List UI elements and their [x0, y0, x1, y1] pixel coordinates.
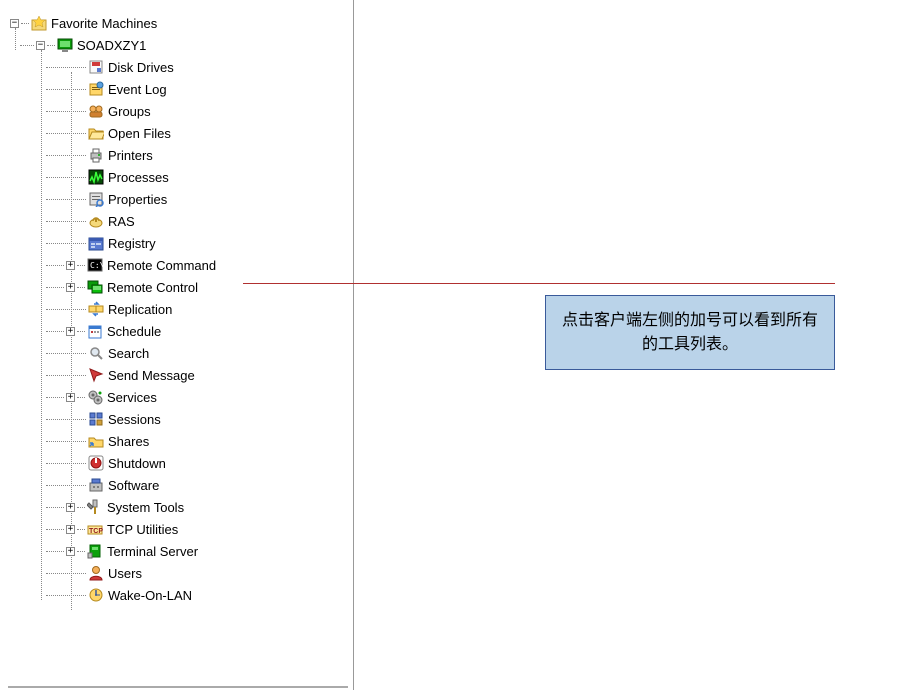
tree-label: Remote Control [107, 280, 198, 295]
tree-item-ras[interactable]: RAS [8, 210, 353, 232]
wakeonlan-icon [88, 587, 104, 603]
tree-item-replication[interactable]: Replication [8, 298, 353, 320]
tree-label: Sessions [108, 412, 161, 427]
expander-plus-icon[interactable]: + [66, 327, 75, 336]
tree-root: − Favorite Machines − SOADXZY1 Disk Driv… [8, 12, 353, 606]
monitor-icon [57, 37, 73, 53]
sendmsg-icon [88, 367, 104, 383]
tree-item-wake-on-lan[interactable]: Wake-On-LAN [8, 584, 353, 606]
services-icon [87, 389, 103, 405]
registry-icon [88, 235, 104, 251]
tree-item-search[interactable]: Search [8, 342, 353, 364]
expander-plus-icon[interactable]: + [66, 393, 75, 402]
replication-icon [88, 301, 104, 317]
tree-item-properties[interactable]: Properties [8, 188, 353, 210]
tcp-icon: TCP [87, 521, 103, 537]
tree-item-tcp-utilities[interactable]: + TCP TCP Utilities [8, 518, 353, 540]
systemtools-icon [87, 499, 103, 515]
tree-panel: − Favorite Machines − SOADXZY1 Disk Driv… [0, 0, 354, 690]
tree-item-services[interactable]: + Services [8, 386, 353, 408]
tree-label: System Tools [107, 500, 184, 515]
tree-label: Shutdown [108, 456, 166, 471]
expander-plus-icon[interactable]: + [66, 283, 75, 292]
tree-label: Schedule [107, 324, 161, 339]
shutdown-icon [88, 455, 104, 471]
tree-label: Software [108, 478, 159, 493]
search-icon [88, 345, 104, 361]
tree-label: Open Files [108, 126, 171, 141]
remotectrl-icon [87, 279, 103, 295]
tree-label: Terminal Server [107, 544, 198, 559]
printers-icon [88, 147, 104, 163]
tree-item-remote-command[interactable]: + C:\ Remote Command [8, 254, 353, 276]
shares-icon [88, 433, 104, 449]
disk-icon [88, 59, 104, 75]
star-folder-icon [31, 15, 47, 31]
tree-item-software[interactable]: Software [8, 474, 353, 496]
properties-icon [88, 191, 104, 207]
tree-item-users[interactable]: Users [8, 562, 353, 584]
tree-item-groups[interactable]: Groups [8, 100, 353, 122]
eventlog-icon [88, 81, 104, 97]
openfiles-icon [88, 125, 104, 141]
tree-item-system-tools[interactable]: + System Tools [8, 496, 353, 518]
tree-item-remote-control[interactable]: + Remote Control [8, 276, 353, 298]
tree-item-event-log[interactable]: Event Log [8, 78, 353, 100]
tree-item-registry[interactable]: Registry [8, 232, 353, 254]
tree-label: Disk Drives [108, 60, 174, 75]
tree-label: Properties [108, 192, 167, 207]
tree-item-disk-drives[interactable]: Disk Drives [8, 56, 353, 78]
tree-label: Replication [108, 302, 172, 317]
tree-label: TCP Utilities [107, 522, 178, 537]
sessions-icon [88, 411, 104, 427]
tree-label: Groups [108, 104, 151, 119]
tree-label: Shares [108, 434, 149, 449]
users-icon [88, 565, 104, 581]
tree-label: RAS [108, 214, 135, 229]
callout-text: 点击客户端左侧的加号可以看到所有的工具列表。 [558, 309, 822, 357]
svg-text:C:\: C:\ [90, 261, 103, 270]
tree-label: Favorite Machines [51, 16, 157, 31]
tree-label: Search [108, 346, 149, 361]
tree-item-terminal-server[interactable]: + Terminal Server [8, 540, 353, 562]
expander-plus-icon[interactable]: + [66, 525, 75, 534]
ras-icon [88, 213, 104, 229]
tree-item-open-files[interactable]: Open Files [8, 122, 353, 144]
panel-bottom-border [8, 686, 348, 688]
groups-icon [88, 103, 104, 119]
expander-plus-icon[interactable]: + [66, 261, 75, 270]
tree-label: Wake-On-LAN [108, 588, 192, 603]
schedule-icon [87, 323, 103, 339]
tree-item-shares[interactable]: Shares [8, 430, 353, 452]
tree-label: Users [108, 566, 142, 581]
tree-label: Registry [108, 236, 156, 251]
tree-item-machine[interactable]: − SOADXZY1 [8, 34, 353, 56]
processes-icon [88, 169, 104, 185]
expander-minus-icon[interactable]: − [36, 41, 45, 50]
tree-item-schedule[interactable]: + Schedule [8, 320, 353, 342]
tree-label: Services [107, 390, 157, 405]
tree-item-printers[interactable]: Printers [8, 144, 353, 166]
tree-label: Printers [108, 148, 153, 163]
remotecmd-icon: C:\ [87, 257, 103, 273]
terminal-icon [87, 543, 103, 559]
callout-box: 点击客户端左侧的加号可以看到所有的工具列表。 [545, 295, 835, 370]
tree-item-shutdown[interactable]: Shutdown [8, 452, 353, 474]
tree-children: Disk Drives Event Log Groups Open Files Prin… [8, 56, 353, 606]
tree-label: Event Log [108, 82, 167, 97]
tree-label: Remote Command [107, 258, 216, 273]
tree-label: SOADXZY1 [77, 38, 146, 53]
expander-plus-icon[interactable]: + [66, 503, 75, 512]
software-icon [88, 477, 104, 493]
tree-label: Processes [108, 170, 169, 185]
tree-item-processes[interactable]: Processes [8, 166, 353, 188]
callout-connector-line [243, 283, 835, 284]
expander-plus-icon[interactable]: + [66, 547, 75, 556]
tree-item-sessions[interactable]: Sessions [8, 408, 353, 430]
expander-minus-icon[interactable]: − [10, 19, 19, 28]
tree-item-favorite-machines[interactable]: − Favorite Machines [8, 12, 353, 34]
tree-item-send-message[interactable]: Send Message [8, 364, 353, 386]
svg-text:TCP: TCP [89, 528, 103, 535]
tree-label: Send Message [108, 368, 195, 383]
